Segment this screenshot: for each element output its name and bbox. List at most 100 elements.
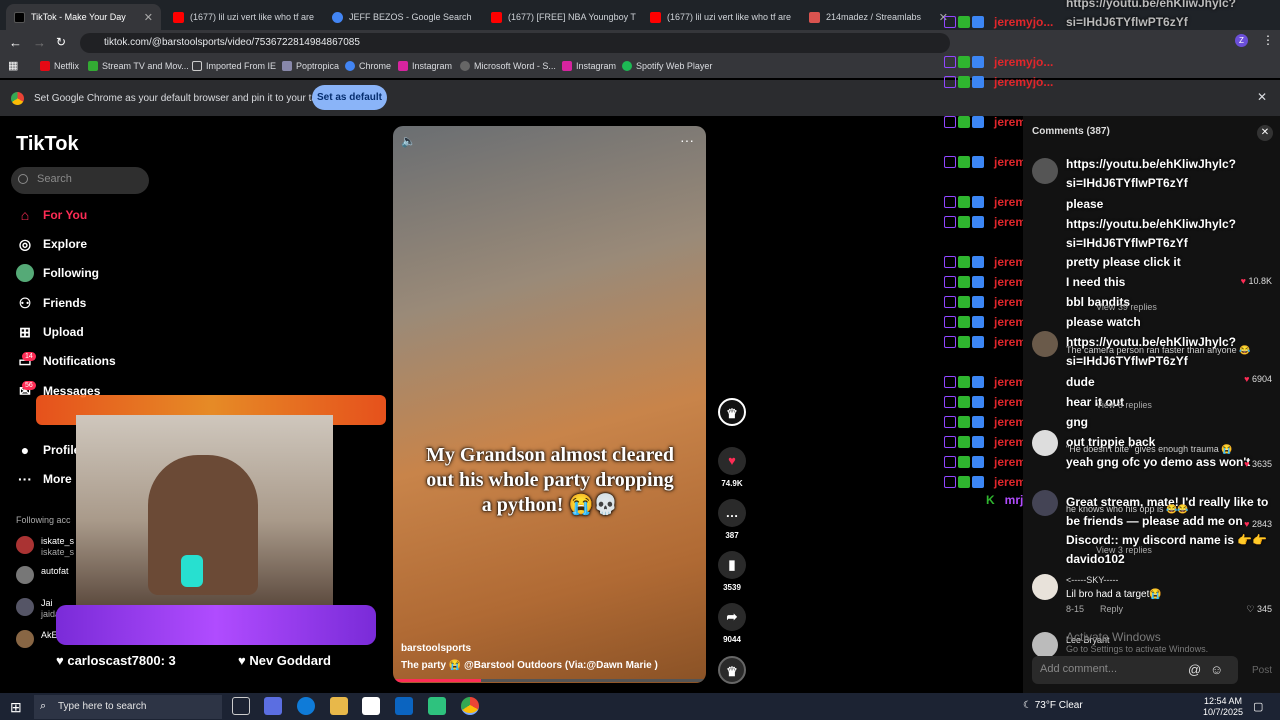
- close-icon[interactable]: ✕: [1257, 90, 1267, 104]
- back-icon[interactable]: ←: [9, 35, 22, 50]
- comment-button[interactable]: … 387: [717, 499, 747, 540]
- verified-badge-icon: [972, 256, 984, 268]
- nav-explore[interactable]: ◎ Explore: [16, 235, 87, 253]
- chat-badge-icon: [944, 276, 956, 288]
- comment-likes[interactable]: ♥ 2843: [1244, 519, 1272, 529]
- chat-username: jeremyjo...: [994, 55, 1054, 69]
- comment-likes[interactable]: ♥ 3635: [1244, 459, 1272, 469]
- mod-badge-icon: [958, 256, 970, 268]
- edge-icon[interactable]: [297, 697, 315, 715]
- comment-icon: …: [718, 499, 746, 527]
- comment-likes[interactable]: ♡ 345: [1246, 604, 1272, 615]
- tab-youtube-2[interactable]: (1677) [FREE] NBA Youngboy T✕: [483, 4, 638, 30]
- mention-icon[interactable]: @: [1188, 662, 1201, 677]
- video-author[interactable]: barstoolsports: [401, 643, 471, 654]
- chat-badge-icon: [944, 196, 956, 208]
- nav-upload[interactable]: ⊞ Upload: [16, 323, 84, 341]
- comment-text: https://youtu.be/ehKliwJhylc?si=IHdJ6TYf…: [1066, 217, 1237, 250]
- bookmark-poptropica[interactable]: Poptropica: [282, 61, 339, 71]
- nav-profile[interactable]: ● Profile: [16, 441, 81, 459]
- outlook-icon[interactable]: [395, 697, 413, 715]
- search-icon: ⌕: [40, 700, 47, 712]
- bookmark-word[interactable]: Microsoft Word - S...: [460, 61, 556, 71]
- nav-friends[interactable]: ⚇ Friends: [16, 294, 87, 312]
- chrome-icon[interactable]: [461, 697, 479, 715]
- reply-button[interactable]: Reply: [1100, 604, 1123, 614]
- verified-badge-icon: [972, 196, 984, 208]
- bookmark-chrome[interactable]: Chrome: [345, 61, 391, 71]
- set-default-button[interactable]: Set as default: [312, 85, 387, 110]
- reload-icon[interactable]: ↻: [56, 35, 66, 49]
- notification-icon[interactable]: ▢: [1253, 700, 1263, 713]
- progress-bar[interactable]: [393, 679, 706, 682]
- sound-disc[interactable]: ♛: [717, 656, 747, 688]
- comment-text: please: [1066, 197, 1104, 211]
- volume-icon[interactable]: 🔈: [401, 134, 416, 148]
- view-replies[interactable]: View 3 replies: [1096, 545, 1152, 555]
- copilot-icon[interactable]: [264, 697, 282, 715]
- apps-grid-icon[interactable]: ▦: [8, 59, 18, 72]
- chat-badge-icon: [944, 416, 956, 428]
- like-button[interactable]: ♥ 74.9K: [717, 447, 747, 488]
- task-view-icon[interactable]: [232, 697, 250, 715]
- store-icon[interactable]: [362, 697, 380, 715]
- chat-message-row: jeremyjo...: [944, 75, 1053, 89]
- windows-start-icon[interactable]: ⊞: [10, 699, 22, 716]
- verified-badge-icon: [972, 376, 984, 388]
- app-icon[interactable]: [428, 697, 446, 715]
- emoji-icon[interactable]: ☺: [1210, 662, 1223, 677]
- close-icon[interactable]: ✕: [1257, 125, 1273, 141]
- chat-badge-icon: [944, 16, 956, 28]
- comments-title: Comments (387): [1032, 126, 1110, 137]
- comment-likes[interactable]: ♥ 6904: [1244, 374, 1272, 384]
- menu-icon[interactable]: ⋮: [1262, 33, 1274, 47]
- share-button[interactable]: ➦ 9044: [717, 603, 747, 644]
- bookmark-netflix[interactable]: Netflix: [40, 61, 79, 71]
- mod-badge-icon: [958, 376, 970, 388]
- file-explorer-icon[interactable]: [330, 697, 348, 715]
- bookmark-imported[interactable]: Imported From IE: [192, 61, 276, 71]
- nav-more[interactable]: ··· More: [16, 470, 72, 488]
- tab-google[interactable]: JEFF BEZOS - Google Search✕: [324, 4, 479, 30]
- tab-youtube-3[interactable]: (1677) lil uzi vert like who tf are✕: [642, 4, 797, 30]
- mod-badge-icon: [958, 56, 970, 68]
- comment-likes[interactable]: ♥ 10.8K: [1241, 276, 1272, 286]
- view-replies[interactable]: View 39 replies: [1096, 302, 1157, 312]
- verified-badge-icon: [972, 216, 984, 228]
- nav-for-you[interactable]: ⌂ For You: [16, 206, 87, 224]
- avatar: [1032, 632, 1058, 658]
- bookmark-instagram-2[interactable]: Instagram: [562, 61, 616, 71]
- tab-tiktok[interactable]: TikTok - Make Your Day ✕: [6, 4, 161, 30]
- video-player[interactable]: 🔈 ···: [393, 126, 706, 683]
- close-icon[interactable]: ✕: [144, 11, 153, 24]
- save-button[interactable]: ▮ 3539: [717, 551, 747, 592]
- add-comment-input[interactable]: Add comment...: [1032, 656, 1238, 684]
- bookmark-spotify[interactable]: Spotify Web Player: [622, 61, 712, 71]
- address-bar[interactable]: tiktok.com/@barstoolsports/video/7536722…: [80, 33, 950, 53]
- bookmark-stream-tv[interactable]: Stream TV and Mov...: [88, 61, 189, 71]
- close-icon[interactable]: ✕: [478, 11, 479, 24]
- video-caption-overlay: My Grandson almost cleared out his whole…: [426, 444, 674, 516]
- more-options-icon[interactable]: ···: [680, 132, 694, 148]
- mod-badge-icon: [958, 296, 970, 308]
- chat-username: jeremyjo...: [994, 75, 1054, 89]
- forward-icon[interactable]: →: [33, 35, 46, 50]
- taskbar-search[interactable]: Type here to search: [34, 695, 222, 719]
- youtube-icon: [173, 11, 184, 23]
- tiktok-logo[interactable]: TikTok: [16, 133, 79, 156]
- profile-avatar[interactable]: Z: [1235, 34, 1248, 47]
- comment-username[interactable]: <-----SKY-----: [1066, 575, 1118, 585]
- bookmark-icon: ▮: [718, 551, 746, 579]
- compass-icon: ◎: [18, 236, 32, 252]
- author-avatar[interactable]: ♛: [717, 398, 747, 430]
- post-button[interactable]: Post: [1252, 665, 1272, 676]
- chat-message-row: jeremyjo...: [944, 55, 1053, 69]
- weather[interactable]: ☾ 73°F Clear: [1023, 700, 1083, 711]
- clock[interactable]: 12:54 AM 10/7/2025: [1203, 696, 1243, 718]
- bookmark-instagram[interactable]: Instagram: [398, 61, 452, 71]
- search-input[interactable]: Search: [11, 167, 149, 194]
- tab-youtube-1[interactable]: (1677) lil uzi vert like who tf are✕: [165, 4, 320, 30]
- tab-streamlabs[interactable]: 214madez / Streamlabs ✕: [801, 4, 956, 30]
- view-replies[interactable]: View 6 replies: [1096, 400, 1152, 410]
- nav-following[interactable]: Following: [16, 264, 99, 282]
